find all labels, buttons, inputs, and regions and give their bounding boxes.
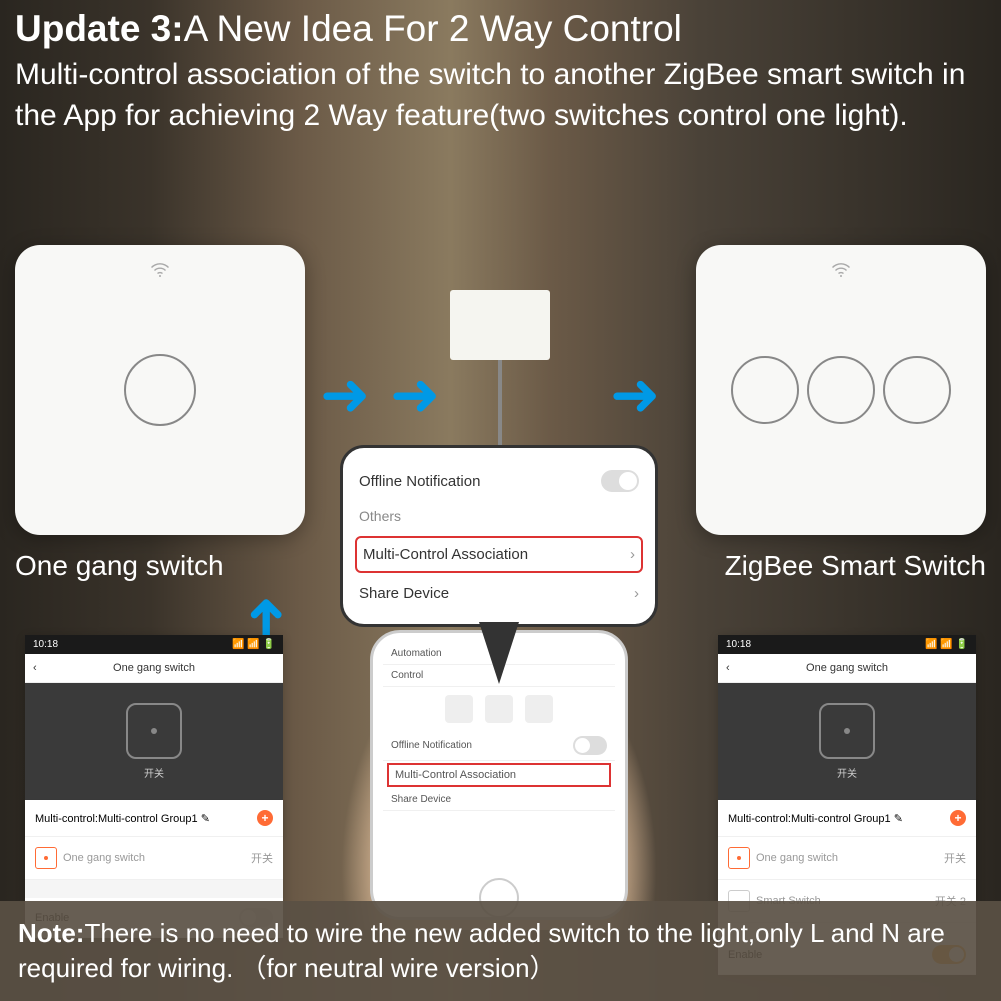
toggle-icon[interactable]	[573, 736, 607, 755]
arrow-right-icon: ➜	[320, 360, 370, 430]
app-screenshot-left: 10:18📶 📶 🔋 ‹ One gang switch 开关 Multi-co…	[25, 635, 283, 938]
device-preview: 开关	[25, 683, 283, 800]
wifi-icon	[831, 263, 851, 279]
device-preview: 开关	[718, 683, 976, 800]
page-subtitle: Multi-control association of the switch …	[15, 55, 986, 136]
others-section-label: Others	[359, 500, 639, 532]
device-item-row[interactable]: One gang switch 开关	[25, 837, 283, 880]
offline-notification-row[interactable]: Offline Notification	[359, 462, 639, 500]
zigbee-switch-panel	[696, 245, 986, 535]
callout-pointer-icon	[479, 622, 519, 684]
edit-icon[interactable]: ✎	[201, 813, 210, 825]
page-title: Update 3:A New Idea For 2 Way Control	[15, 8, 986, 50]
phone-offline-row[interactable]: Offline Notification	[383, 731, 615, 761]
left-switch-label: One gang switch	[15, 550, 224, 582]
share-device-row[interactable]: Share Device›	[359, 577, 639, 610]
app-header: ‹ One gang switch	[718, 654, 976, 683]
switch-button-circle	[883, 356, 951, 424]
ifttt-icon[interactable]	[485, 695, 513, 723]
phone-share-row[interactable]: Share Device	[383, 789, 615, 811]
device-item-row[interactable]: One gang switch 开关	[718, 837, 976, 880]
switch-button-circle	[807, 356, 875, 424]
group-row[interactable]: Multi-control:Multi-control Group1 ✎ +	[718, 800, 976, 837]
arrow-right-icon: ➜	[610, 360, 660, 430]
status-bar: 10:18📶 📶 🔋	[718, 635, 976, 654]
add-icon[interactable]: +	[257, 810, 273, 826]
google-assistant-icon[interactable]	[445, 695, 473, 723]
tmall-genie-icon[interactable]	[525, 695, 553, 723]
multi-control-association-row[interactable]: Multi-Control Association›	[355, 536, 643, 573]
right-switch-label: ZigBee Smart Switch	[725, 550, 986, 582]
add-icon[interactable]: +	[950, 810, 966, 826]
header: Update 3:A New Idea For 2 Way Control Mu…	[15, 8, 986, 136]
one-gang-switch-panel	[15, 245, 305, 535]
switch-button-circle	[731, 356, 799, 424]
wifi-icon	[150, 263, 170, 279]
phone-mca-row[interactable]: Multi-Control Association	[387, 763, 611, 787]
arrow-right-icon: ➜	[390, 360, 440, 430]
toggle-off-icon[interactable]	[601, 470, 639, 492]
switch-button-circle	[124, 354, 196, 426]
app-header: ‹ One gang switch	[25, 654, 283, 683]
group-row[interactable]: Multi-control:Multi-control Group1 ✎ +	[25, 800, 283, 837]
back-icon[interactable]: ‹	[726, 662, 730, 674]
status-bar: 10:18📶 📶 🔋	[25, 635, 283, 654]
edit-icon[interactable]: ✎	[894, 813, 903, 825]
settings-callout: Offline Notification Others Multi-Contro…	[340, 445, 658, 627]
back-icon[interactable]: ‹	[33, 662, 37, 674]
footer-note: Note:There is no need to wire the new ad…	[0, 901, 1001, 1001]
